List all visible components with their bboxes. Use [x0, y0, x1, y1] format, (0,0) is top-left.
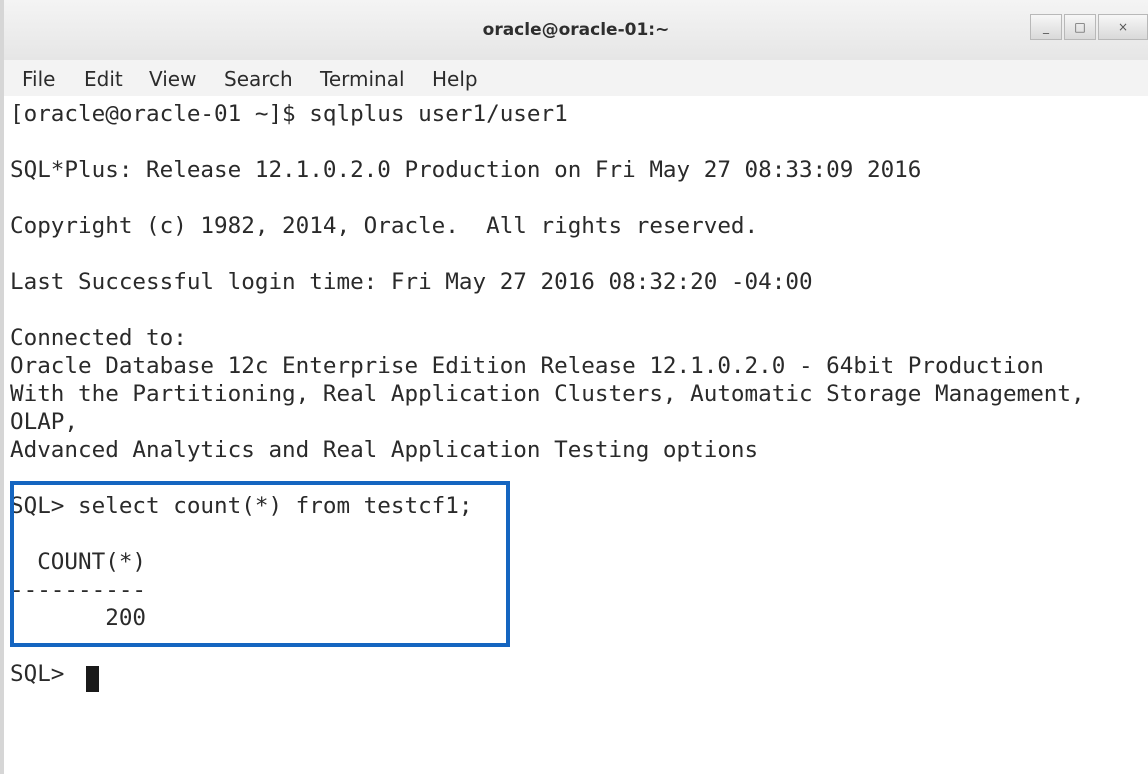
terminal-line: SQL*Plus: Release 12.1.0.2.0 Production …	[10, 157, 922, 183]
terminal-line: Oracle Database 12c Enterprise Edition R…	[10, 353, 1044, 379]
terminal-line: [oracle@oracle-01 ~]$ sqlplus user1/user…	[10, 101, 568, 127]
terminal-window: oracle@oracle-01:~ _ □ × File Edit View …	[0, 0, 1148, 774]
terminal-line: Advanced Analytics and Real Application …	[10, 437, 759, 463]
window-title: oracle@oracle-01:~	[482, 20, 670, 40]
minimize-button[interactable]: _	[1030, 14, 1062, 40]
menu-bar: File Edit View Search Terminal Help	[4, 60, 1148, 96]
result-column-header: COUNT(*)	[10, 549, 147, 575]
result-separator: ----------	[10, 577, 147, 603]
menu-terminal[interactable]: Terminal	[320, 67, 405, 91]
terminal-line: Connected to:	[10, 325, 187, 351]
terminal-line: Copyright (c) 1982, 2014, Oracle. All ri…	[10, 213, 759, 239]
menu-search[interactable]: Search	[224, 67, 293, 91]
menu-edit[interactable]: Edit	[84, 67, 123, 91]
result-value: 200	[10, 605, 147, 631]
terminal-output[interactable]: [oracle@oracle-01 ~]$ sqlplus user1/user…	[10, 96, 1144, 774]
text-cursor	[86, 666, 99, 692]
sql-query-line: SQL> select count(*) from testcf1;	[10, 493, 473, 519]
menu-view[interactable]: View	[149, 67, 196, 91]
maximize-button[interactable]: □	[1064, 14, 1096, 40]
title-bar[interactable]: oracle@oracle-01:~ _ □ ×	[4, 0, 1148, 61]
terminal-line: With the Partitioning, Real Application …	[10, 381, 1085, 407]
terminal-line: OLAP,	[10, 409, 79, 435]
menu-file[interactable]: File	[22, 67, 55, 91]
menu-help[interactable]: Help	[432, 67, 478, 91]
sql-prompt: SQL>	[10, 661, 79, 687]
close-button[interactable]: ×	[1098, 14, 1148, 40]
terminal-line: Last Successful login time: Fri May 27 2…	[10, 269, 813, 295]
